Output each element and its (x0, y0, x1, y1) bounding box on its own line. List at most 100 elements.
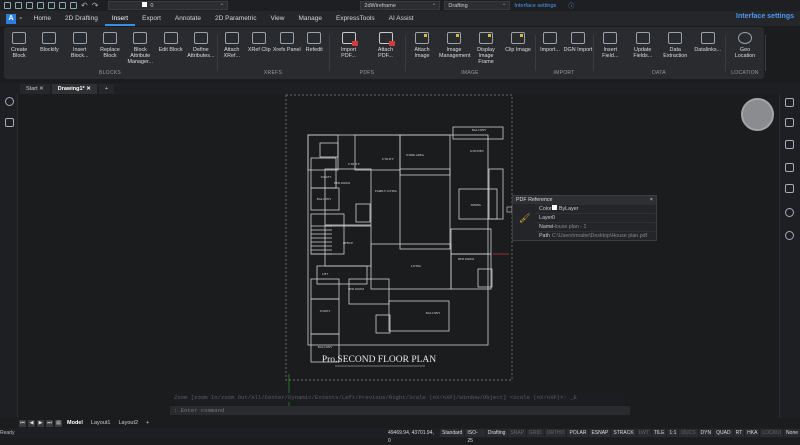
attach-image-button[interactable]: Attach Image (407, 32, 437, 59)
attach-pdf-button[interactable]: Attach PDF... (371, 32, 401, 59)
lightbulb-icon[interactable] (5, 97, 14, 106)
menu-tab-expresstools[interactable]: ExpressTools (329, 11, 382, 26)
undo-icon[interactable]: ↶ (81, 1, 88, 10)
layers-icon[interactable] (5, 118, 14, 127)
workspace-dropdown[interactable]: Drafting (444, 0, 511, 10)
xrefs-panel-button[interactable]: Xrefs Panel (272, 32, 302, 53)
define-attributes-button[interactable]: Define Attributes... (186, 32, 216, 59)
replace-block-button[interactable]: Replace Block (95, 32, 125, 59)
new-icon[interactable] (4, 2, 11, 9)
layer-dropdown[interactable]: 0 (108, 0, 229, 10)
interface-settings-link-small[interactable]: Interface settings (514, 3, 556, 9)
next-tab-icon[interactable]: ▶ (37, 419, 44, 427)
help-icon[interactable]: ⓘ (568, 1, 574, 10)
prev-tab-icon[interactable]: ◀ (28, 419, 35, 427)
status-toggle-hka[interactable]: HKA (745, 429, 760, 437)
geo-location-button[interactable]: Geo Location (730, 32, 760, 59)
status-toggle-rt[interactable]: RT (733, 429, 745, 437)
layout-tab-layout2[interactable]: Layout2 (115, 420, 141, 426)
image-management-button[interactable]: Image Management (439, 32, 470, 59)
status-toggle-standard[interactable]: Standard (440, 429, 465, 437)
publish-icon[interactable] (70, 2, 77, 9)
insert-block-button[interactable]: Insert Block... (65, 32, 95, 59)
clip-image-button[interactable]: Clip Image (503, 32, 533, 53)
redo-icon[interactable]: ↷ (92, 1, 99, 10)
status-toggle-ortho[interactable]: ORTHO (544, 429, 567, 437)
blockify-button[interactable]: Blockify (34, 32, 64, 53)
menu-tab-annotate[interactable]: Annotate (168, 11, 208, 26)
status-toggle-ducs[interactable]: DUCS (679, 429, 698, 437)
tab-start[interactable]: Start ✕ (20, 83, 50, 94)
save-icon[interactable] (26, 2, 33, 9)
create-block-button[interactable]: Create Block (4, 32, 34, 59)
visual-style-dropdown[interactable]: 2dWireframe (360, 0, 441, 10)
menu-tab-home[interactable]: Home (27, 11, 58, 26)
cloud-icon[interactable] (785, 231, 794, 240)
status-toggle-quad[interactable]: QUAD (714, 429, 733, 437)
status-toggle-lwt[interactable]: LWT (636, 429, 651, 437)
new-tab-button[interactable]: + (98, 83, 115, 94)
attachment-icon[interactable] (785, 140, 794, 149)
attach-xref-button[interactable]: Attach XRef... (217, 32, 247, 59)
display-image-frame-button[interactable]: Display Image Frame (471, 32, 501, 65)
library-icon[interactable] (785, 163, 794, 172)
layout-tab-model[interactable]: Model (64, 420, 86, 426)
edit-block-icon (163, 32, 178, 44)
status-toggle-1-1[interactable]: 1:1 (667, 429, 679, 437)
dgn-import-button[interactable]: DGN Import (563, 32, 593, 53)
layout-tab-layout1[interactable]: Layout1 (88, 420, 114, 426)
drawing-canvas[interactable]: BALCONY KITCHEN UTILITY UTILITY WORK AREA TOI… (19, 94, 779, 418)
status-toggle-dyn[interactable]: DYN (698, 429, 714, 437)
status-toggle-lockui[interactable]: LOCKUI (760, 429, 784, 437)
print-preview-icon[interactable] (48, 2, 55, 9)
last-tab-icon[interactable]: ⏭ (46, 419, 53, 427)
tab-drawing1[interactable]: Drawing1* ✕ (51, 83, 97, 94)
refedit-button[interactable]: Refedit (299, 32, 329, 53)
properties-icon[interactable] (785, 98, 794, 107)
view-cube[interactable] (741, 98, 774, 131)
menu-tab-insert[interactable]: Insert (104, 11, 136, 26)
status-toggle-snap[interactable]: SNAP (508, 429, 527, 437)
command-input[interactable]: : Enter command (170, 406, 630, 415)
grid-icon[interactable] (785, 184, 794, 193)
layers-panel-icon[interactable] (785, 118, 794, 127)
button-label: Xrefs Panel (272, 47, 301, 53)
bed (355, 203, 371, 223)
status-toggle-none[interactable]: None (784, 429, 800, 437)
location-icon[interactable] (785, 208, 794, 217)
data-extraction-button[interactable]: Data Extraction (660, 32, 690, 59)
menu-tab-manage[interactable]: Manage (291, 11, 329, 26)
block-attribute-manager-button[interactable]: Block Attribute Manager... (125, 32, 155, 65)
status-toggle-esnap[interactable]: ESNAP (589, 429, 611, 437)
color-value[interactable]: ByLayer (559, 206, 578, 212)
app-logo-icon[interactable]: A (6, 13, 16, 24)
import-pdf-button[interactable]: Import PDF... (334, 32, 364, 59)
status-toggle-drafting[interactable]: Drafting (485, 429, 508, 437)
save-as-icon[interactable] (37, 2, 44, 9)
menu-tab-export[interactable]: Export (135, 11, 168, 26)
open-icon[interactable] (15, 2, 22, 9)
menu-tab-2d-drafting[interactable]: 2D Drafting (58, 11, 105, 26)
print-icon[interactable] (59, 2, 66, 9)
import-button[interactable]: Import... (535, 32, 565, 53)
datalinks-button[interactable]: Datalinks... (693, 32, 723, 53)
status-toggle-polar[interactable]: POLAR (567, 429, 589, 437)
status-toggle-grid[interactable]: GRID (527, 429, 544, 437)
tab-list-icon[interactable]: ▤ (55, 419, 62, 427)
status-toggle-strack[interactable]: STRACK (611, 429, 636, 437)
layer-value[interactable]: 0 (552, 215, 555, 221)
edit-block-button[interactable]: Edit Block (156, 32, 186, 53)
insert-field-button[interactable]: Insert Field... (595, 32, 625, 59)
add-layout-button[interactable]: + (143, 420, 152, 426)
first-tab-icon[interactable]: ⏮ (19, 419, 26, 427)
xref-clip-button[interactable]: XRef Clip (244, 32, 274, 53)
status-toggle-tile[interactable]: TILE (651, 429, 667, 437)
menu-tab-view[interactable]: View (264, 11, 292, 26)
update-fields-button[interactable]: Update Fields... (628, 32, 658, 59)
interface-settings-button[interactable]: Interface settings (736, 13, 794, 20)
close-icon[interactable]: × (650, 196, 653, 204)
menu-tab-2d-parametric[interactable]: 2D Parametric (208, 11, 264, 26)
status-toggle-iso-25[interactable]: ISO-25 (465, 429, 485, 444)
search-icon[interactable]: ⌕ (19, 15, 23, 23)
menu-tab-ai-assist[interactable]: AI Assist (382, 11, 421, 26)
